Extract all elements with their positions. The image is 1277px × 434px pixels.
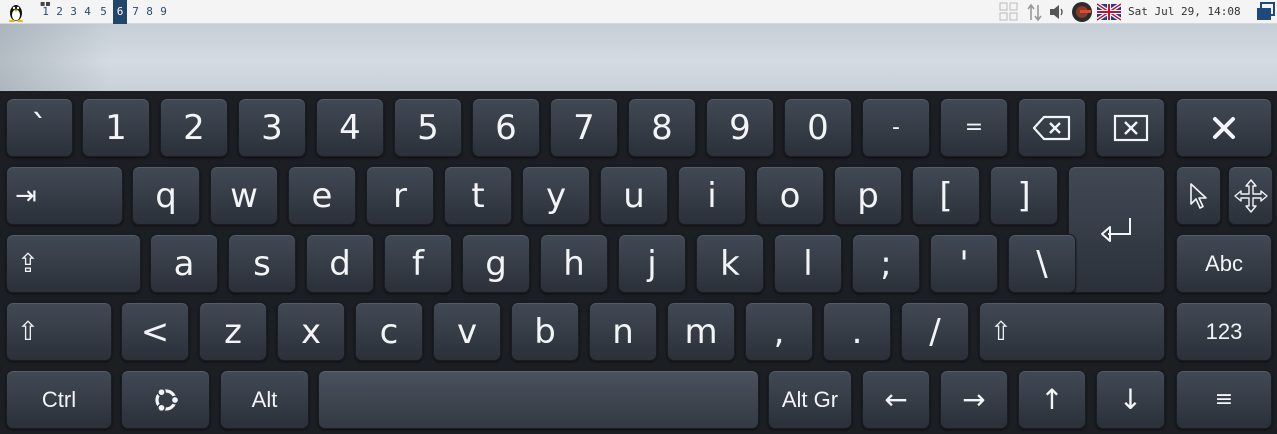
key-apostrophe[interactable]: ': [930, 234, 998, 293]
key-space[interactable]: [318, 370, 759, 429]
window-icon[interactable]: [1254, 0, 1276, 24]
key-less-than[interactable]: <: [121, 302, 189, 361]
key-right-bracket[interactable]: ]: [990, 166, 1058, 225]
tux-icon[interactable]: [6, 2, 26, 22]
key-h[interactable]: h: [540, 234, 608, 293]
key-m[interactable]: m: [667, 302, 735, 361]
desktop-background: [0, 24, 1277, 91]
key-f[interactable]: f: [384, 234, 452, 293]
close-icon: [1213, 116, 1235, 139]
backspace-icon: [1032, 115, 1071, 140]
key-enter[interactable]: [1068, 166, 1165, 293]
key-t[interactable]: t: [444, 166, 512, 225]
key-7[interactable]: 7: [550, 98, 618, 157]
key-z[interactable]: z: [199, 302, 267, 361]
key-g[interactable]: g: [462, 234, 530, 293]
key-p[interactable]: p: [834, 166, 902, 225]
key-menu[interactable]: ≡: [1176, 370, 1272, 429]
key-y[interactable]: y: [522, 166, 590, 225]
key-pointer[interactable]: [1176, 166, 1221, 225]
enter-icon: [1100, 217, 1131, 242]
workspace-5[interactable]: 5: [95, 0, 112, 24]
delete-icon: [1113, 114, 1148, 141]
key-backspace[interactable]: [1018, 98, 1086, 157]
key-arrow-down[interactable]: ↓: [1096, 370, 1165, 429]
key-arrow-right[interactable]: →: [940, 370, 1008, 429]
key-minus[interactable]: -: [862, 98, 930, 157]
pointer-icon: [1189, 182, 1207, 209]
key-q[interactable]: q: [132, 166, 200, 225]
clock[interactable]: Sat Jul 29, 14:08: [1128, 0, 1241, 24]
volume-icon[interactable]: [1047, 0, 1067, 24]
key-w[interactable]: w: [210, 166, 278, 225]
key-u[interactable]: u: [600, 166, 668, 225]
key-0[interactable]: 0: [784, 98, 852, 157]
key-5[interactable]: 5: [394, 98, 462, 157]
key-3[interactable]: 3: [238, 98, 306, 157]
user-avatar-icon[interactable]: [1071, 0, 1095, 24]
key-alt[interactable]: Alt: [220, 370, 309, 429]
key-delete[interactable]: [1096, 98, 1165, 157]
key-2[interactable]: 2: [160, 98, 228, 157]
key-shift-left[interactable]: ⇧: [6, 302, 112, 361]
key-n[interactable]: n: [589, 302, 657, 361]
key-numeric[interactable]: 123: [1176, 302, 1272, 361]
key-equals[interactable]: =: [940, 98, 1008, 157]
key-super[interactable]: [121, 370, 210, 429]
workspace-3[interactable]: 3: [67, 0, 80, 24]
taskbar: ▪▪ 1 2 3 4 5 6 7 8 9 Sat Jul 29, 14:08: [0, 0, 1277, 24]
key-9[interactable]: 9: [706, 98, 774, 157]
workspace-1[interactable]: 1: [39, 0, 52, 24]
key-8[interactable]: 8: [628, 98, 696, 157]
key-6[interactable]: 6: [472, 98, 540, 157]
workspace-grid-icon[interactable]: [998, 0, 1020, 24]
workspace-2[interactable]: 2: [53, 0, 66, 24]
key-period[interactable]: .: [823, 302, 891, 361]
key-alt-gr[interactable]: Alt Gr: [768, 370, 852, 429]
key-i[interactable]: i: [678, 166, 746, 225]
move-icon: [1233, 178, 1268, 213]
key-o[interactable]: o: [756, 166, 824, 225]
workspace-9[interactable]: 9: [157, 0, 170, 24]
key-slash[interactable]: /: [901, 302, 969, 361]
key-shift-right[interactable]: ⇧: [979, 302, 1165, 361]
key-close[interactable]: [1176, 98, 1272, 157]
uk-flag-icon[interactable]: [1097, 0, 1121, 24]
key-j[interactable]: j: [618, 234, 686, 293]
key-semicolon[interactable]: ;: [852, 234, 920, 293]
key-r[interactable]: r: [366, 166, 434, 225]
key-arrow-left[interactable]: ←: [862, 370, 930, 429]
key-v[interactable]: v: [433, 302, 501, 361]
key-k[interactable]: k: [696, 234, 764, 293]
key-e[interactable]: e: [288, 166, 356, 225]
workspace-4[interactable]: 4: [81, 0, 94, 24]
key-caps-lock[interactable]: ⇪: [6, 234, 141, 293]
key-1[interactable]: 1: [82, 98, 150, 157]
workspace-7[interactable]: 7: [129, 0, 142, 24]
key-s[interactable]: s: [228, 234, 296, 293]
key-x[interactable]: x: [277, 302, 345, 361]
key-ctrl[interactable]: Ctrl: [6, 370, 112, 429]
onscreen-keyboard: ` 1 2 3 4 5 6 7 8 9 0 - = ⇥ q w e r t y …: [0, 91, 1277, 434]
key-l[interactable]: l: [774, 234, 842, 293]
key-left-bracket[interactable]: [: [912, 166, 980, 225]
key-comma[interactable]: ,: [745, 302, 813, 361]
key-backslash[interactable]: \: [1008, 234, 1076, 293]
key-b[interactable]: b: [511, 302, 579, 361]
key-arrow-up[interactable]: ↑: [1018, 370, 1086, 429]
key-tab[interactable]: ⇥: [6, 166, 123, 225]
key-4[interactable]: 4: [316, 98, 384, 157]
workspace-6[interactable]: 6: [113, 0, 127, 24]
key-abc[interactable]: Abc: [1176, 234, 1272, 293]
ubuntu-icon: [154, 387, 179, 412]
key-c[interactable]: c: [355, 302, 423, 361]
key-d[interactable]: d: [306, 234, 374, 293]
key-a[interactable]: a: [150, 234, 218, 293]
key-backtick[interactable]: `: [6, 98, 73, 157]
key-move[interactable]: [1228, 166, 1273, 225]
network-icon[interactable]: [1024, 0, 1046, 24]
workspace-8[interactable]: 8: [143, 0, 156, 24]
